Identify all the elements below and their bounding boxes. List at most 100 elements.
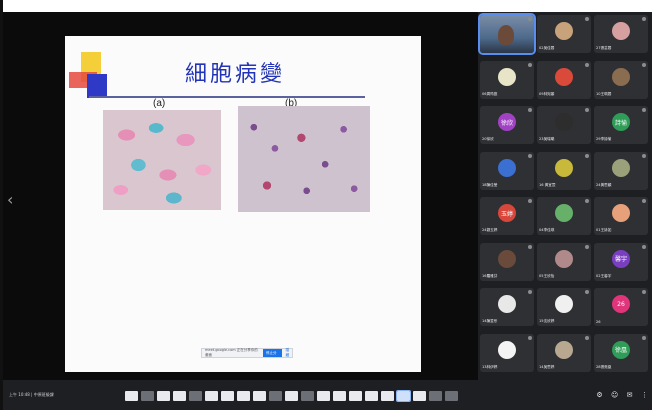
chat-icon[interactable]: ✉	[626, 392, 633, 399]
avatar	[555, 113, 573, 131]
participant-name: 02王馨宇	[596, 273, 612, 278]
participant-name: 01王詠如	[596, 228, 612, 232]
taskbar-thumbnail[interactable]	[125, 391, 138, 401]
avatar	[555, 295, 573, 313]
participant-tile[interactable]: 05王欣怡	[537, 242, 591, 281]
participant-tile[interactable]: 04李佳琪	[537, 197, 591, 235]
taskbar-thumbnail[interactable]	[445, 391, 458, 401]
participant-name: 02吳佳蓉	[539, 46, 555, 50]
avatar	[498, 67, 516, 86]
participant-tile[interactable]: 06周筠庭	[480, 60, 534, 99]
participant-tile[interactable]: 14吳思婷	[537, 333, 591, 372]
taskbar-thumbnail[interactable]	[189, 391, 202, 401]
mic-off-icon	[642, 244, 646, 249]
taskbar-thumbnail[interactable]	[221, 391, 234, 401]
more-icon[interactable]: ⋮	[641, 392, 648, 399]
avatar	[612, 158, 630, 177]
participant-name: 29李詩愉	[596, 137, 612, 141]
taskbar-thumbnail[interactable]	[317, 391, 330, 401]
taskbar-thumbnail[interactable]	[381, 391, 394, 401]
participant-name: 15沈欣婷	[539, 319, 555, 323]
mic-off-icon	[642, 108, 646, 112]
avatar	[498, 249, 516, 268]
taskbar-thumbnail[interactable]	[157, 391, 170, 401]
participant-tile[interactable]: 15沈欣婷	[537, 288, 591, 326]
participant-video	[480, 15, 534, 53]
participant-tile[interactable]: 23吳瑞曦	[537, 106, 591, 144]
taskbar-thumbnail[interactable]	[269, 391, 282, 401]
participant-tile[interactable]: 26 26	[594, 288, 648, 326]
avatar: 26	[612, 295, 630, 313]
mic-off-icon	[585, 108, 589, 112]
slide-title: 細胞病變	[185, 62, 286, 87]
participant-tile[interactable]: 徐欣 20徐欣	[480, 106, 534, 144]
avatar	[555, 204, 573, 222]
avatar	[498, 295, 516, 313]
mic-off-icon	[585, 244, 589, 249]
taskbar-thumbnail[interactable]	[205, 391, 218, 401]
participant-tile[interactable]: 10王珮蓉	[594, 60, 648, 99]
chevron-left-icon[interactable]: ‹	[7, 192, 13, 208]
participant-name: 18陳佳瑩	[482, 182, 498, 187]
taskbar-thumbnail[interactable]	[253, 391, 266, 401]
participant-tile[interactable]: 27張芸蓉	[594, 15, 648, 53]
mic-off-icon	[642, 62, 646, 67]
settings-icon[interactable]: ⚙	[596, 392, 603, 399]
avatar	[555, 67, 573, 86]
avatar	[612, 22, 630, 40]
participant-tile[interactable]: 14陳昱彤	[480, 288, 534, 326]
mic-off-icon	[642, 153, 646, 158]
taskbar-thumbnail[interactable]	[301, 391, 314, 401]
mic-off-icon	[642, 290, 646, 294]
meeting-details[interactable]: 上午 10:48 | 中原班級課	[9, 392, 54, 398]
participant-tile[interactable]: 18陳佳瑩	[480, 151, 534, 190]
participant-tile[interactable]: 馨宇 02王馨宇	[594, 242, 648, 281]
participant-tile[interactable]: 玉婷 24劉玉婷	[480, 197, 534, 235]
taskbar-thumbnail[interactable]	[237, 391, 250, 401]
mic-off-icon	[585, 153, 589, 158]
mic-off-icon	[585, 199, 589, 203]
taskbar-thumbnail[interactable]	[173, 391, 186, 401]
participant-tile[interactable]	[478, 13, 536, 55]
participant-name: 27張芸蓉	[596, 46, 612, 50]
mic-off-icon	[528, 108, 532, 112]
avatar: 詩愉	[612, 113, 630, 131]
participant-tile[interactable]: 24黃思穎	[594, 151, 648, 190]
participant-tile[interactable]: 01王詠如	[594, 197, 648, 235]
avatar	[612, 204, 630, 222]
mic-off-icon	[528, 335, 532, 340]
share-notice-text: meet.google.com 正在分享你的畫面	[205, 348, 258, 357]
participant-grid: 02吳佳蓉 27張芸蓉 06周筠庭 09林宛蓁 10王珮蓉徐欣 20徐欣 23吳瑞曦 詩愉 29…	[478, 13, 652, 379]
participant-name: 28張莞凰	[596, 364, 612, 369]
screen-share-notice: meet.google.com 正在分享你的畫面 停止分享 隱藏	[201, 348, 293, 363]
participant-tile[interactable]: 13林伊婷	[480, 333, 534, 372]
avatar-initials: 徐欣	[500, 119, 513, 127]
participant-name: 13林伊婷	[482, 364, 498, 369]
taskbar-thumbnail[interactable]	[413, 391, 426, 401]
toolbar-icons: ⚙ ☺ ✉ ⋮	[596, 392, 648, 399]
taskbar-thumbnail[interactable]	[349, 391, 362, 401]
meeting-window: ‹ 細胞病變 (a) (b) meet.google.com 正在分享你的畫面 …	[3, 12, 652, 410]
people-icon[interactable]: ☺	[611, 392, 618, 399]
mic-off-icon	[528, 199, 532, 203]
participant-tile[interactable]: 02吳佳蓉	[537, 15, 591, 53]
participant-tile[interactable]: 16羅雅芬	[480, 242, 534, 281]
taskbar-thumbnail[interactable]	[396, 390, 411, 402]
participant-name: 23吳瑞曦	[539, 137, 555, 141]
avatar-initials: 徐凰	[614, 347, 627, 354]
hide-notice-button[interactable]: 隱藏	[286, 348, 292, 358]
participant-tile[interactable]: 09林宛蓁	[537, 60, 591, 99]
participant-tile[interactable]: 16 黃宜萱	[537, 151, 591, 190]
slide: 細胞病變 (a) (b) meet.google.com 正在分享你的畫面 停止…	[65, 36, 421, 372]
stop-sharing-button[interactable]: 停止分享	[263, 349, 282, 363]
avatar-initials: 26	[617, 300, 625, 308]
figure-a-label: (a)	[153, 98, 166, 109]
participant-tile[interactable]: 徐凰 28張莞凰	[594, 333, 648, 372]
taskbar-thumbnail[interactable]	[365, 391, 378, 401]
taskbar-thumbnail[interactable]	[429, 391, 442, 401]
mic-off-icon	[585, 290, 589, 294]
taskbar-thumbnail[interactable]	[285, 391, 298, 401]
participant-tile[interactable]: 詩愉 29李詩愉	[594, 106, 648, 144]
taskbar-thumbnail[interactable]	[333, 391, 346, 401]
taskbar-thumbnail[interactable]	[141, 391, 154, 401]
